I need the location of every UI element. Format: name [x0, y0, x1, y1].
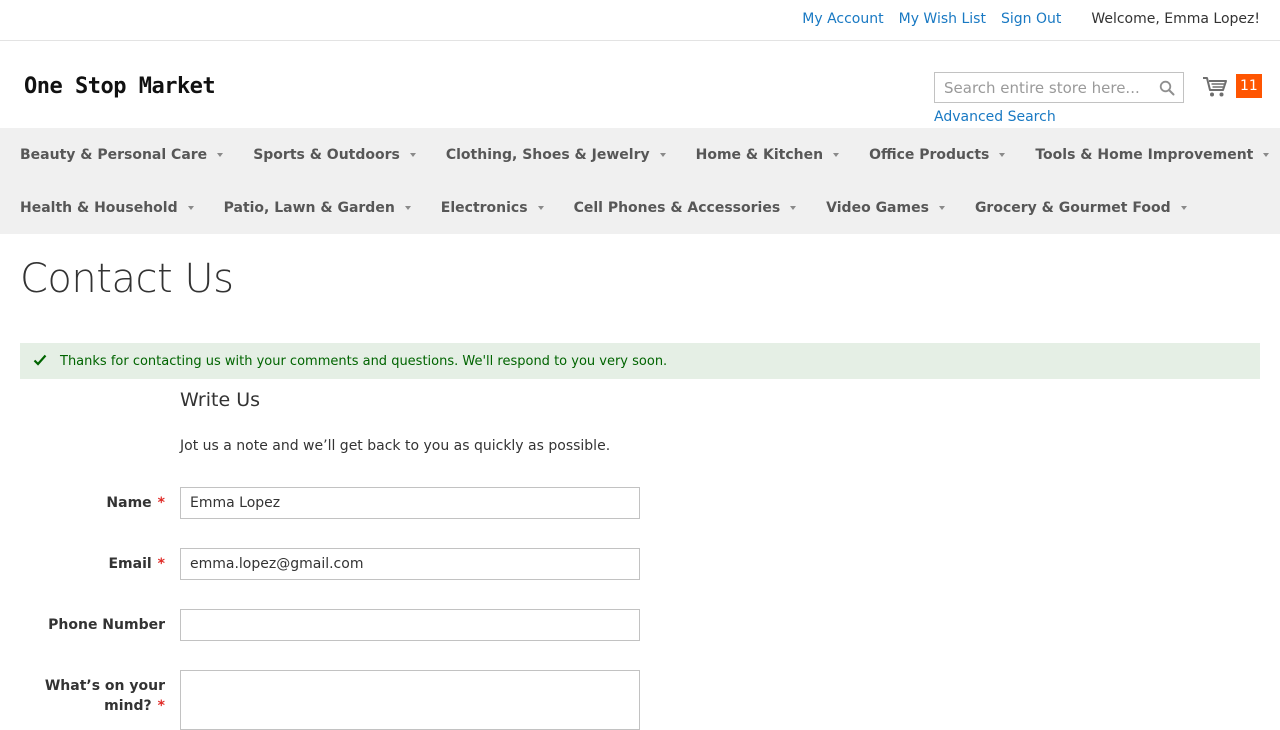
nav-item-video-games[interactable]: Video Games	[826, 200, 945, 216]
chevron-down-icon	[537, 203, 544, 212]
required-mark: *	[157, 698, 165, 714]
nav-item-label: Health & Household	[20, 199, 178, 216]
nav-row-2: Health & Household Patio, Lawn & Garden El…	[0, 181, 1280, 234]
header-links: My Account My Wish List Sign Out Welcome…	[787, 11, 1260, 27]
name-label: Name *	[15, 493, 165, 513]
form-note: Jot us a note and we’ll get back to you …	[180, 438, 611, 454]
wish-list-link[interactable]: My Wish List	[899, 11, 986, 27]
nav-item-cell-phones-and-accessories[interactable]: Cell Phones & Accessories	[574, 200, 797, 216]
advanced-search-link[interactable]: Advanced Search	[934, 109, 1056, 125]
search-icon[interactable]	[1159, 80, 1175, 96]
phone-label: Phone Number	[15, 615, 165, 635]
chevron-down-icon	[217, 150, 224, 159]
nav-item-label: Clothing, Shoes & Jewelry	[445, 146, 650, 163]
store-logo[interactable]: One Stop Market	[24, 74, 216, 99]
chevron-down-icon	[659, 150, 666, 159]
comment-label: What’s on your mind? *	[15, 676, 165, 716]
chevron-down-icon	[1263, 150, 1270, 159]
nav-item-sports-and-outdoors[interactable]: Sports & Outdoors	[253, 147, 416, 163]
nav-item-clothing-shoes-and-jewelry[interactable]: Clothing, Shoes & Jewelry	[446, 147, 666, 163]
comment-label-line2: mind?	[104, 698, 152, 714]
email-field[interactable]	[180, 548, 640, 580]
chevron-down-icon	[409, 150, 416, 159]
nav-item-label: Video Games	[826, 199, 929, 216]
nav-item-label: Grocery & Gourmet Food	[974, 199, 1171, 216]
name-label-text: Name	[106, 495, 152, 511]
chevron-down-icon	[1180, 203, 1187, 212]
nav-item-grocery-and-gourmet-food[interactable]: Grocery & Gourmet Food	[975, 200, 1187, 216]
nav-item-home-and-kitchen[interactable]: Home & Kitchen	[695, 146, 840, 163]
category-navigation: Beauty & Personal Care Sports & Outdoors C…	[0, 128, 1280, 234]
phone-field[interactable]	[180, 609, 640, 641]
mini-cart-button[interactable]: 11	[1202, 74, 1262, 102]
chevron-down-icon	[938, 203, 945, 212]
nav-item-tools-and-home-improvement[interactable]: Tools & Home Improvement	[1035, 146, 1270, 163]
nav-item-label: Electronics	[440, 199, 528, 216]
welcome-message: Welcome, Emma Lopez!	[1091, 11, 1260, 27]
nav-item-label: Home & Kitchen	[695, 146, 824, 163]
nav-item-electronics[interactable]: Electronics	[441, 200, 544, 216]
form-legend: Write Us	[180, 389, 261, 411]
nav-item-office-products[interactable]: Office Products	[869, 146, 1006, 163]
sign-out-link[interactable]: Sign Out	[1001, 11, 1061, 27]
page-title: Contact Us	[20, 256, 234, 302]
comment-textarea[interactable]	[180, 670, 640, 730]
email-label: Email *	[15, 554, 165, 574]
success-message: Thanks for contacting us with your comme…	[20, 343, 1260, 379]
nav-item-label: Beauty & Personal Care	[20, 146, 208, 163]
search-input[interactable]	[935, 73, 1183, 102]
chevron-down-icon	[404, 203, 411, 212]
nav-item-beauty-and-personal-care[interactable]: Beauty & Personal Care	[20, 146, 224, 163]
required-mark: *	[157, 495, 165, 511]
cart-icon	[1202, 76, 1228, 102]
chevron-down-icon	[187, 203, 194, 212]
required-mark: *	[157, 556, 165, 572]
comment-label-line1: What’s on your	[44, 678, 165, 694]
nav-item-health-and-household[interactable]: Health & Household	[20, 200, 194, 216]
chevron-down-icon	[999, 150, 1006, 159]
success-message-text: Thanks for contacting us with your comme…	[60, 353, 668, 369]
nav-item-label: Office Products	[869, 146, 990, 163]
checkmark-icon	[33, 354, 47, 370]
nav-item-label: Tools & Home Improvement	[1035, 146, 1254, 163]
cart-count-badge: 11	[1236, 74, 1262, 98]
nav-item-label: Sports & Outdoors	[253, 146, 400, 163]
nav-item-label: Patio, Lawn & Garden	[223, 199, 395, 216]
nav-row-1: Beauty & Personal Care Sports & Outdoors C…	[0, 128, 1280, 181]
email-label-text: Email	[108, 556, 152, 572]
name-field[interactable]	[180, 487, 640, 519]
search-box	[934, 72, 1184, 103]
phone-label-text: Phone Number	[48, 617, 165, 633]
chevron-down-icon	[833, 150, 840, 159]
nav-item-label: Cell Phones & Accessories	[573, 199, 781, 216]
my-account-link[interactable]: My Account	[802, 11, 883, 27]
chevron-down-icon	[790, 203, 797, 212]
top-header-bar: My Account My Wish List Sign Out Welcome…	[0, 0, 1280, 41]
nav-item-patio-lawn-and-garden[interactable]: Patio, Lawn & Garden	[224, 200, 411, 216]
